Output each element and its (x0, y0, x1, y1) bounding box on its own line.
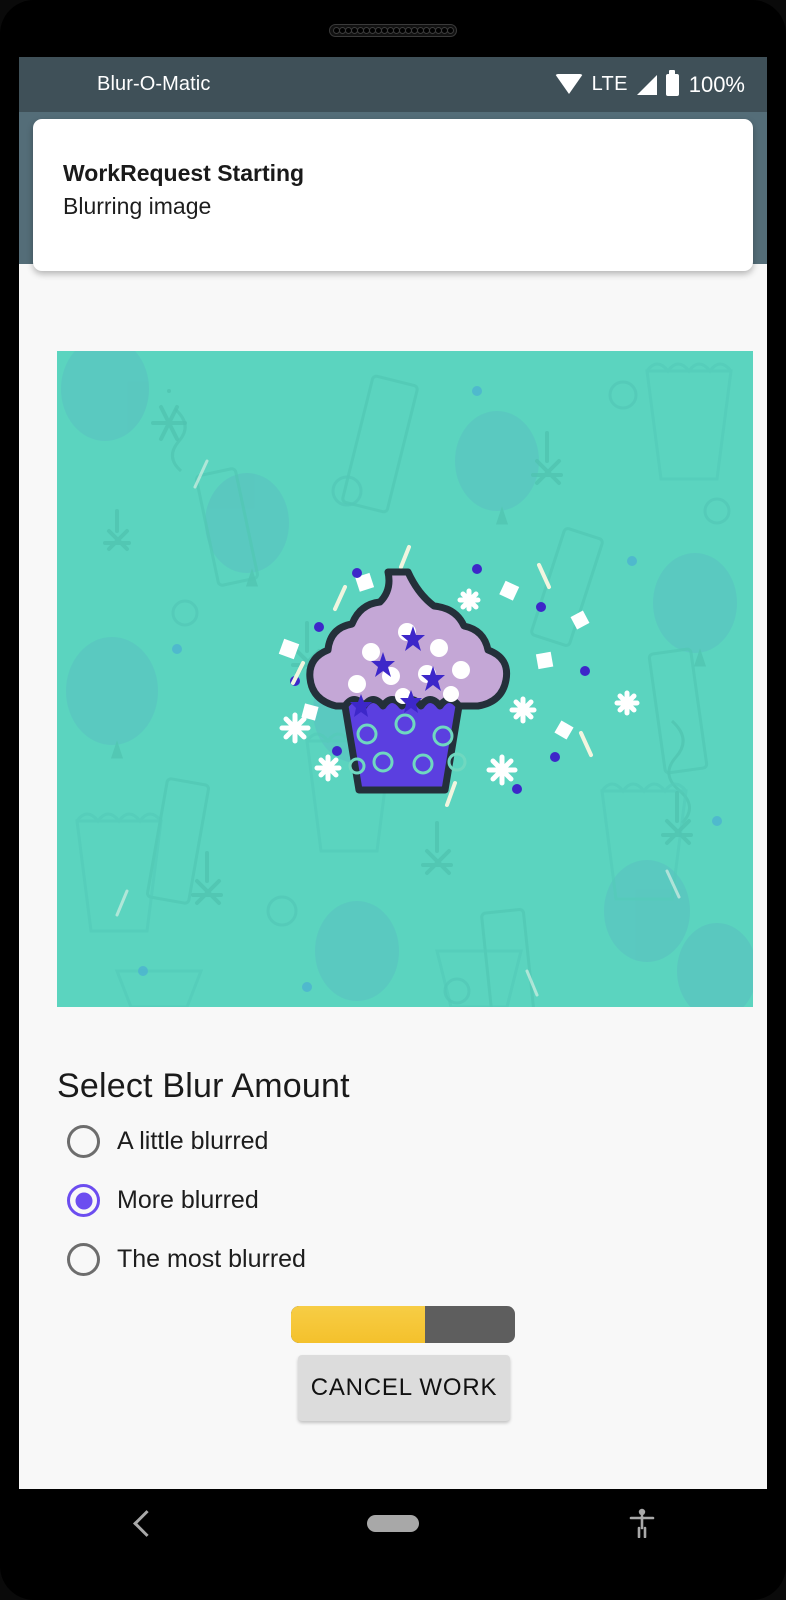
wifi-icon (554, 74, 583, 94)
device-chin (19, 1557, 767, 1585)
cancel-work-button[interactable]: CANCEL WORK (298, 1355, 510, 1421)
radio-circle-icon[interactable] (67, 1125, 100, 1158)
home-pill-icon[interactable] (366, 1514, 419, 1532)
radio-label: A little blurred (117, 1127, 269, 1155)
notification-title: WorkRequest Starting (63, 160, 305, 186)
status-bar: Blur-O-Matic LTE 100% (19, 57, 767, 112)
app-title: Blur-O-Matic (97, 73, 211, 95)
page-title: Select Blur Amount (57, 1067, 350, 1105)
nav-back-button[interactable] (19, 1509, 268, 1537)
radio-option-more-blurred[interactable]: More blurred (67, 1184, 259, 1217)
notification-body: Blurring image (63, 193, 212, 220)
radio-option-a-little-blurred[interactable]: A little blurred (67, 1125, 268, 1158)
network-type-label: LTE (591, 73, 628, 95)
radio-circle-icon[interactable] (67, 1243, 100, 1276)
nav-home-button[interactable] (268, 1514, 517, 1532)
phone-screen: Blur-O-Matic LTE 100% WorkRequest Starti… (19, 57, 767, 1489)
cupcake-icon (306, 568, 511, 794)
nav-accessibility-button[interactable] (518, 1508, 767, 1538)
radio-label: More blurred (117, 1186, 259, 1214)
speaker-grille (329, 24, 457, 37)
signal-icon (636, 74, 657, 95)
radio-option-the-most-blurred[interactable]: The most blurred (67, 1243, 306, 1276)
battery-percent-label: 100% (688, 71, 745, 97)
phone-device: Blur-O-Matic LTE 100% WorkRequest Starti… (0, 0, 786, 1600)
battery-icon (665, 69, 679, 96)
back-chevron-icon[interactable] (133, 1509, 161, 1537)
progress-fill (291, 1306, 426, 1343)
status-icons: LTE 100% (554, 69, 745, 98)
radio-label: The most blurred (117, 1245, 306, 1273)
notification-card[interactable]: WorkRequest Starting Blurring image (33, 119, 753, 271)
work-progress-bar (291, 1306, 515, 1343)
system-navigation-bar (19, 1489, 767, 1557)
accessibility-icon[interactable] (629, 1508, 655, 1538)
radio-circle-selected-icon[interactable] (67, 1184, 100, 1217)
cupcake-image (57, 351, 753, 1007)
